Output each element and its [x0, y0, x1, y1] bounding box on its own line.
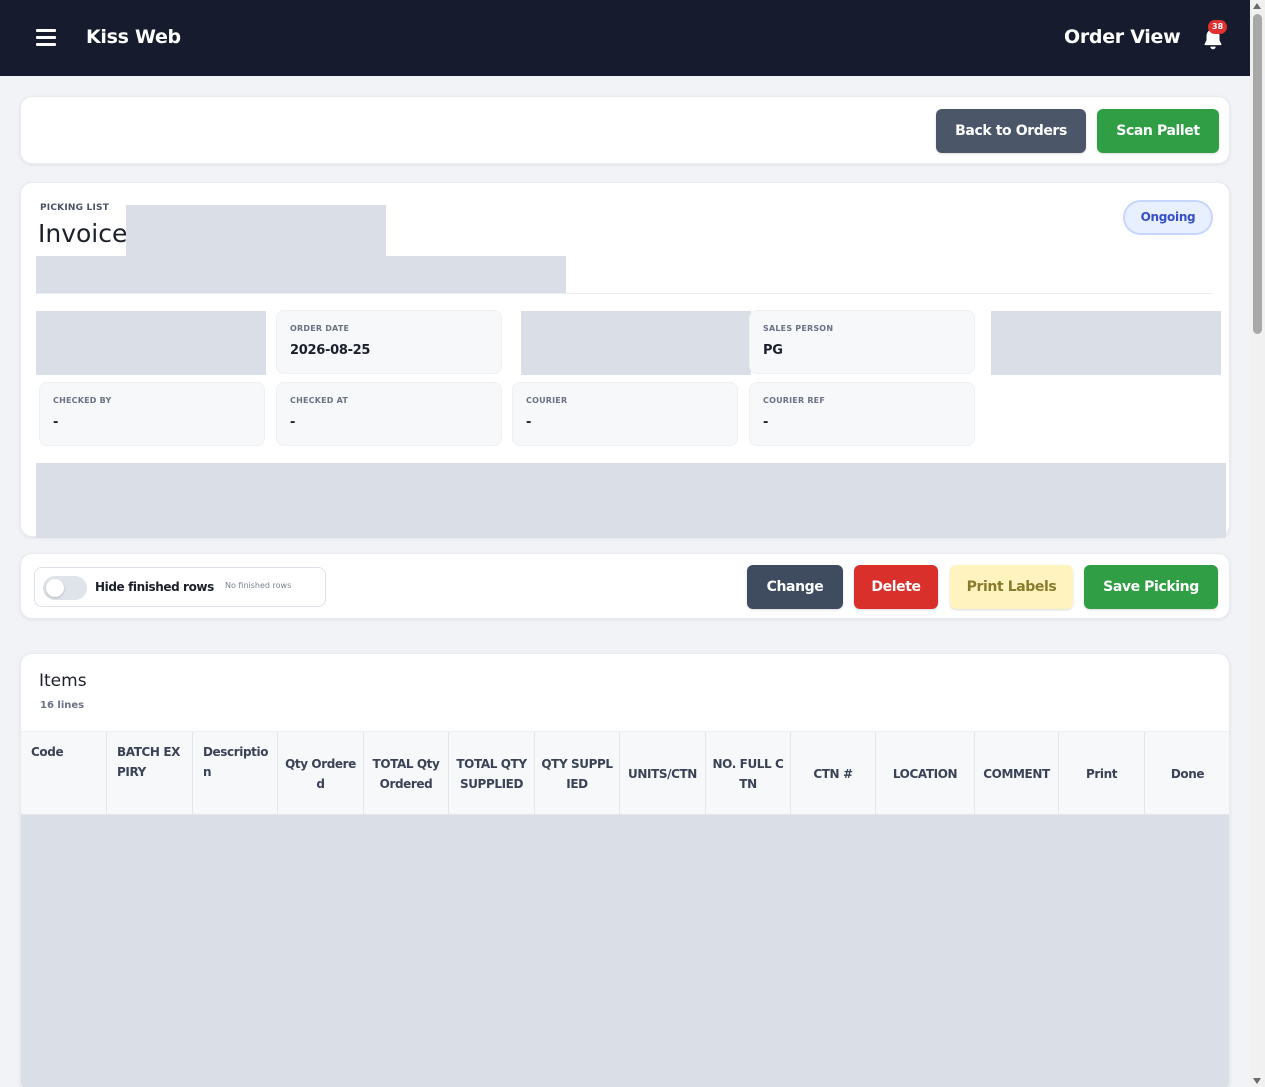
- column-header-qty-supplied[interactable]: QTY SUPPLIED: [535, 732, 620, 816]
- sales-person-label: SALES PERSON: [763, 324, 834, 333]
- checked-by-value: -: [53, 415, 59, 430]
- notification-badge: 38: [1208, 20, 1228, 34]
- scan-pallet-button[interactable]: Scan Pallet: [1097, 109, 1219, 153]
- order-date-tile: ORDER DATE 2026-08-25: [276, 310, 502, 374]
- column-header-total-qty-supplied[interactable]: TOTAL QTY SUPPLIED: [449, 732, 535, 816]
- scrollbar-thumb[interactable]: [1253, 14, 1262, 334]
- invoice-title: Invoice: [38, 219, 128, 248]
- redacted-info-tile: [36, 311, 266, 375]
- sales-person-tile: SALES PERSON PG: [749, 310, 975, 374]
- print-labels-button[interactable]: Print Labels: [950, 565, 1073, 609]
- redacted-info-tile: [521, 311, 751, 375]
- hamburger-icon[interactable]: [36, 29, 56, 47]
- courier-ref-tile: COURIER REF -: [749, 382, 975, 446]
- redacted-invoice-number: [126, 205, 386, 257]
- page-scrollbar[interactable]: [1250, 0, 1265, 1087]
- items-table-header: Code BATCH EXPIRY Description Qty Ordere…: [21, 731, 1229, 816]
- column-header-code[interactable]: Code: [21, 732, 107, 816]
- courier-ref-label: COURIER REF: [763, 396, 826, 405]
- redacted-notes-block: [36, 463, 1226, 538]
- items-count: 16 lines: [40, 700, 85, 711]
- scroll-up-arrow-icon[interactable]: [1253, 3, 1261, 9]
- column-header-comment[interactable]: COMMENT: [975, 732, 1059, 816]
- courier-ref-value: -: [763, 415, 769, 430]
- picking-list-eyebrow: PICKING LIST: [40, 203, 110, 213]
- column-header-done[interactable]: Done: [1145, 732, 1229, 816]
- hide-finished-label: Hide finished rows: [95, 580, 214, 594]
- toggle-knob: [46, 579, 64, 597]
- action-bar: Back to Orders Scan Pallet: [20, 96, 1230, 164]
- finished-rows-hint: No finished rows: [225, 581, 292, 590]
- column-header-print[interactable]: Print: [1059, 732, 1145, 816]
- redacted-table-body: [21, 815, 1229, 1087]
- column-header-total-qty-ordered[interactable]: TOTAL Qty Ordered: [364, 732, 449, 816]
- brand-name[interactable]: Kiss Web: [86, 26, 181, 48]
- checked-at-tile: CHECKED AT -: [276, 382, 502, 446]
- picking-controls-bar: Hide finished rows No finished rows Chan…: [20, 553, 1230, 619]
- column-header-batch-expiry[interactable]: BATCH EXPIRY: [107, 732, 193, 816]
- back-to-orders-button[interactable]: Back to Orders: [936, 109, 1086, 153]
- courier-tile: COURIER -: [512, 382, 738, 446]
- courier-value: -: [526, 415, 532, 430]
- items-card: Items 16 lines Code BATCH EXPIRY Descrip…: [20, 653, 1230, 1087]
- checked-at-value: -: [290, 415, 296, 430]
- delete-button[interactable]: Delete: [854, 565, 938, 609]
- page-title: Order View: [1064, 26, 1181, 48]
- column-header-description[interactable]: Description: [193, 732, 278, 816]
- column-header-qty-ordered[interactable]: Qty Ordered: [278, 732, 364, 816]
- order-date-label: ORDER DATE: [290, 324, 350, 333]
- redacted-info-tile: [991, 311, 1221, 375]
- column-header-location[interactable]: LOCATION: [876, 732, 975, 816]
- column-header-units-ctn[interactable]: UNITS/CTN: [620, 732, 706, 816]
- scroll-down-arrow-icon[interactable]: [1253, 1078, 1261, 1084]
- picking-list-card: PICKING LIST Invoice Ongoing ORDER DATE …: [20, 182, 1230, 538]
- checked-by-label: CHECKED BY: [53, 396, 112, 405]
- column-header-ctn-number[interactable]: CTN #: [791, 732, 876, 816]
- courier-label: COURIER: [526, 396, 568, 405]
- status-badge: Ongoing: [1123, 200, 1213, 235]
- change-button[interactable]: Change: [747, 565, 843, 609]
- top-navbar: Kiss Web Order View 38: [0, 0, 1250, 76]
- sales-person-value: PG: [763, 343, 783, 358]
- hide-finished-toggle[interactable]: [43, 576, 87, 600]
- column-header-no-full-ctn[interactable]: NO. FULL CTN: [706, 732, 791, 816]
- redacted-customer-line: [36, 256, 566, 294]
- checked-by-tile: CHECKED BY -: [39, 382, 265, 446]
- items-title: Items: [39, 671, 87, 691]
- divider: [36, 293, 1213, 294]
- checked-at-label: CHECKED AT: [290, 396, 349, 405]
- save-picking-button[interactable]: Save Picking: [1084, 565, 1218, 609]
- order-date-value: 2026-08-25: [290, 343, 371, 358]
- hide-finished-toggle-group: Hide finished rows No finished rows: [34, 567, 326, 607]
